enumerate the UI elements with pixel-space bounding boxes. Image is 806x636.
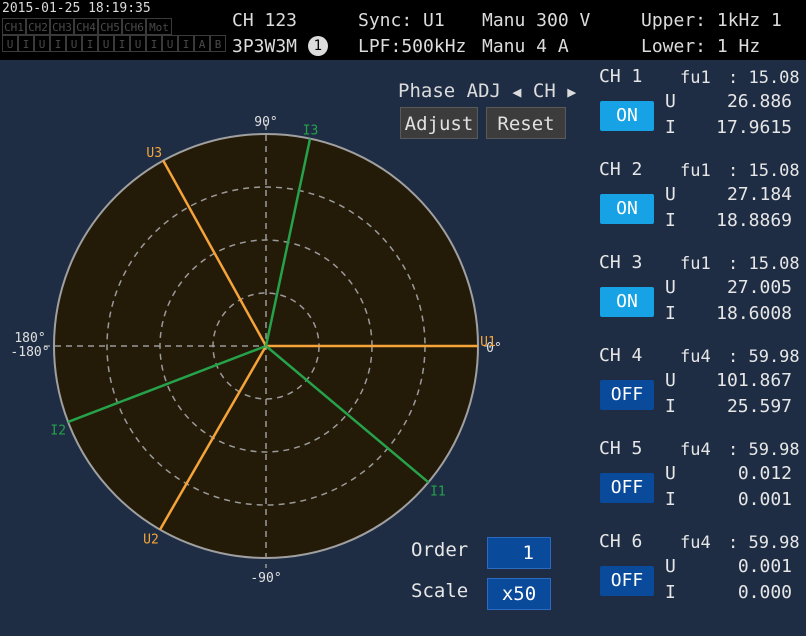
upper-freq-limit: Upper: 1kHz 1 xyxy=(641,10,782,31)
current-value: 18.6008 xyxy=(716,303,792,324)
lpf-setting: LPF:500kHz xyxy=(358,36,467,57)
status-cell: I xyxy=(114,35,130,52)
channel-title: CH 3 xyxy=(599,252,643,273)
ch-left-arrow-icon[interactable]: ◀ xyxy=(512,83,521,101)
status-cell: U xyxy=(98,35,114,52)
status-cell: U xyxy=(66,35,82,52)
frequency-value: : 15.08 xyxy=(728,68,800,88)
phase-adj-control[interactable]: Phase ADJ ◀ CH ▶ xyxy=(398,80,576,102)
status-cell: U xyxy=(2,35,18,52)
frequency-source: fu1 xyxy=(680,254,711,274)
channel-toggle-button[interactable]: ON xyxy=(600,194,654,224)
voltage-range: Manu 300 V xyxy=(482,10,591,31)
current-value: 17.9615 xyxy=(716,117,792,138)
frequency-source: fu4 xyxy=(680,440,711,460)
frequency-source: fu4 xyxy=(680,347,711,367)
channel-toggle-button[interactable]: OFF xyxy=(600,473,654,503)
ch-label: CH xyxy=(532,80,556,102)
phasor-vector-label: U2 xyxy=(143,532,159,547)
angle-label-90: 90° xyxy=(254,115,277,130)
channel-toggle-button[interactable]: ON xyxy=(600,287,654,317)
channel-toggle-button[interactable]: ON xyxy=(600,101,654,131)
phase-adj-label: Phase ADJ xyxy=(398,80,501,102)
status-cell: CH2 xyxy=(26,18,50,35)
channel-title: CH 1 xyxy=(599,66,643,87)
channel-toggle-button[interactable]: OFF xyxy=(600,380,654,410)
frequency-value: : 59.98 xyxy=(728,533,800,553)
status-cell: I xyxy=(50,35,66,52)
status-cell: CH1 xyxy=(2,18,26,35)
voltage-value: 26.886 xyxy=(726,91,792,112)
status-cell: A xyxy=(194,35,210,52)
status-cell: Mot xyxy=(146,18,172,35)
status-cell: U xyxy=(34,35,50,52)
current-range: Manu 4 A xyxy=(482,36,569,57)
frequency-value: : 59.98 xyxy=(728,347,800,367)
wiring-text: 3P3W3M xyxy=(232,36,298,57)
phasor-vector-label: U3 xyxy=(146,146,162,161)
voltage-value: 0.012 xyxy=(737,463,792,484)
channel-title: CH 5 xyxy=(599,438,643,459)
voltage-value: 0.001 xyxy=(737,556,792,577)
adjust-button[interactable]: Adjust xyxy=(400,107,478,139)
top-status-bar: 2015-01-25 18:19:35 CH1 CH2 CH3 CH4 CH5 CH6 Mo… xyxy=(0,0,806,60)
wiring-label[interactable]: 3P3W3M 1 xyxy=(232,36,328,57)
channel-status-grid: CH1 CH2 CH3 CH4 CH5 CH6 Mot UIUIUIUIUIUIAB xyxy=(2,18,226,52)
voltage-value: 101.867 xyxy=(716,370,792,391)
current-value: 25.597 xyxy=(726,396,792,417)
order-label: Order xyxy=(411,539,469,561)
channel-title: CH 4 xyxy=(599,345,643,366)
scale-select[interactable]: x50 xyxy=(487,578,551,610)
frequency-value: : 15.08 xyxy=(728,254,800,274)
channel-toggle-button[interactable]: OFF xyxy=(600,566,654,596)
phasor-vector-label: U1 xyxy=(480,335,496,350)
status-cell: I xyxy=(82,35,98,52)
ch-right-arrow-icon[interactable]: ▶ xyxy=(567,83,576,101)
status-cell: B xyxy=(210,35,226,52)
angle-label-180: 180° xyxy=(14,331,45,346)
frequency-value: : 15.08 xyxy=(728,161,800,181)
status-cell: U xyxy=(162,35,178,52)
current-value: 18.8869 xyxy=(716,210,792,231)
phasor-vector-label: I3 xyxy=(303,124,319,139)
sync-source: Sync: U1 xyxy=(358,10,445,31)
angle-label-minus-180: -180° xyxy=(10,345,49,360)
channel-title: CH 2 xyxy=(599,159,643,180)
wiring-badge: 1 xyxy=(307,36,328,56)
scale-label: Scale xyxy=(411,580,469,602)
phasor-vector-label: I2 xyxy=(50,424,66,439)
status-cell: CH6 xyxy=(122,18,146,35)
voltage-value: 27.184 xyxy=(726,184,792,205)
status-cell: I xyxy=(18,35,34,52)
reset-button[interactable]: Reset xyxy=(486,107,566,139)
channels-label: CH 123 xyxy=(232,10,298,31)
frequency-value: : 59.98 xyxy=(728,440,800,460)
order-input[interactable]: 1 xyxy=(487,537,551,569)
status-cell: U xyxy=(130,35,146,52)
channel-title: CH 6 xyxy=(599,531,643,552)
status-cell: I xyxy=(146,35,162,52)
current-value: 0.001 xyxy=(737,489,792,510)
voltage-value: 27.005 xyxy=(726,277,792,298)
status-cell: CH5 xyxy=(98,18,122,35)
phasor-vector-label: I1 xyxy=(430,485,446,500)
datetime: 2015-01-25 18:19:35 xyxy=(2,1,151,16)
status-cell: CH3 xyxy=(50,18,74,35)
status-cell: CH4 xyxy=(74,18,98,35)
frequency-source: fu4 xyxy=(680,533,711,553)
current-value: 0.000 xyxy=(737,582,792,603)
lower-freq-limit: Lower: 1 Hz xyxy=(641,36,761,57)
angle-label-minus-90: -90° xyxy=(250,571,281,586)
status-cell: I xyxy=(178,35,194,52)
frequency-source: fu1 xyxy=(680,68,711,88)
frequency-source: fu1 xyxy=(680,161,711,181)
